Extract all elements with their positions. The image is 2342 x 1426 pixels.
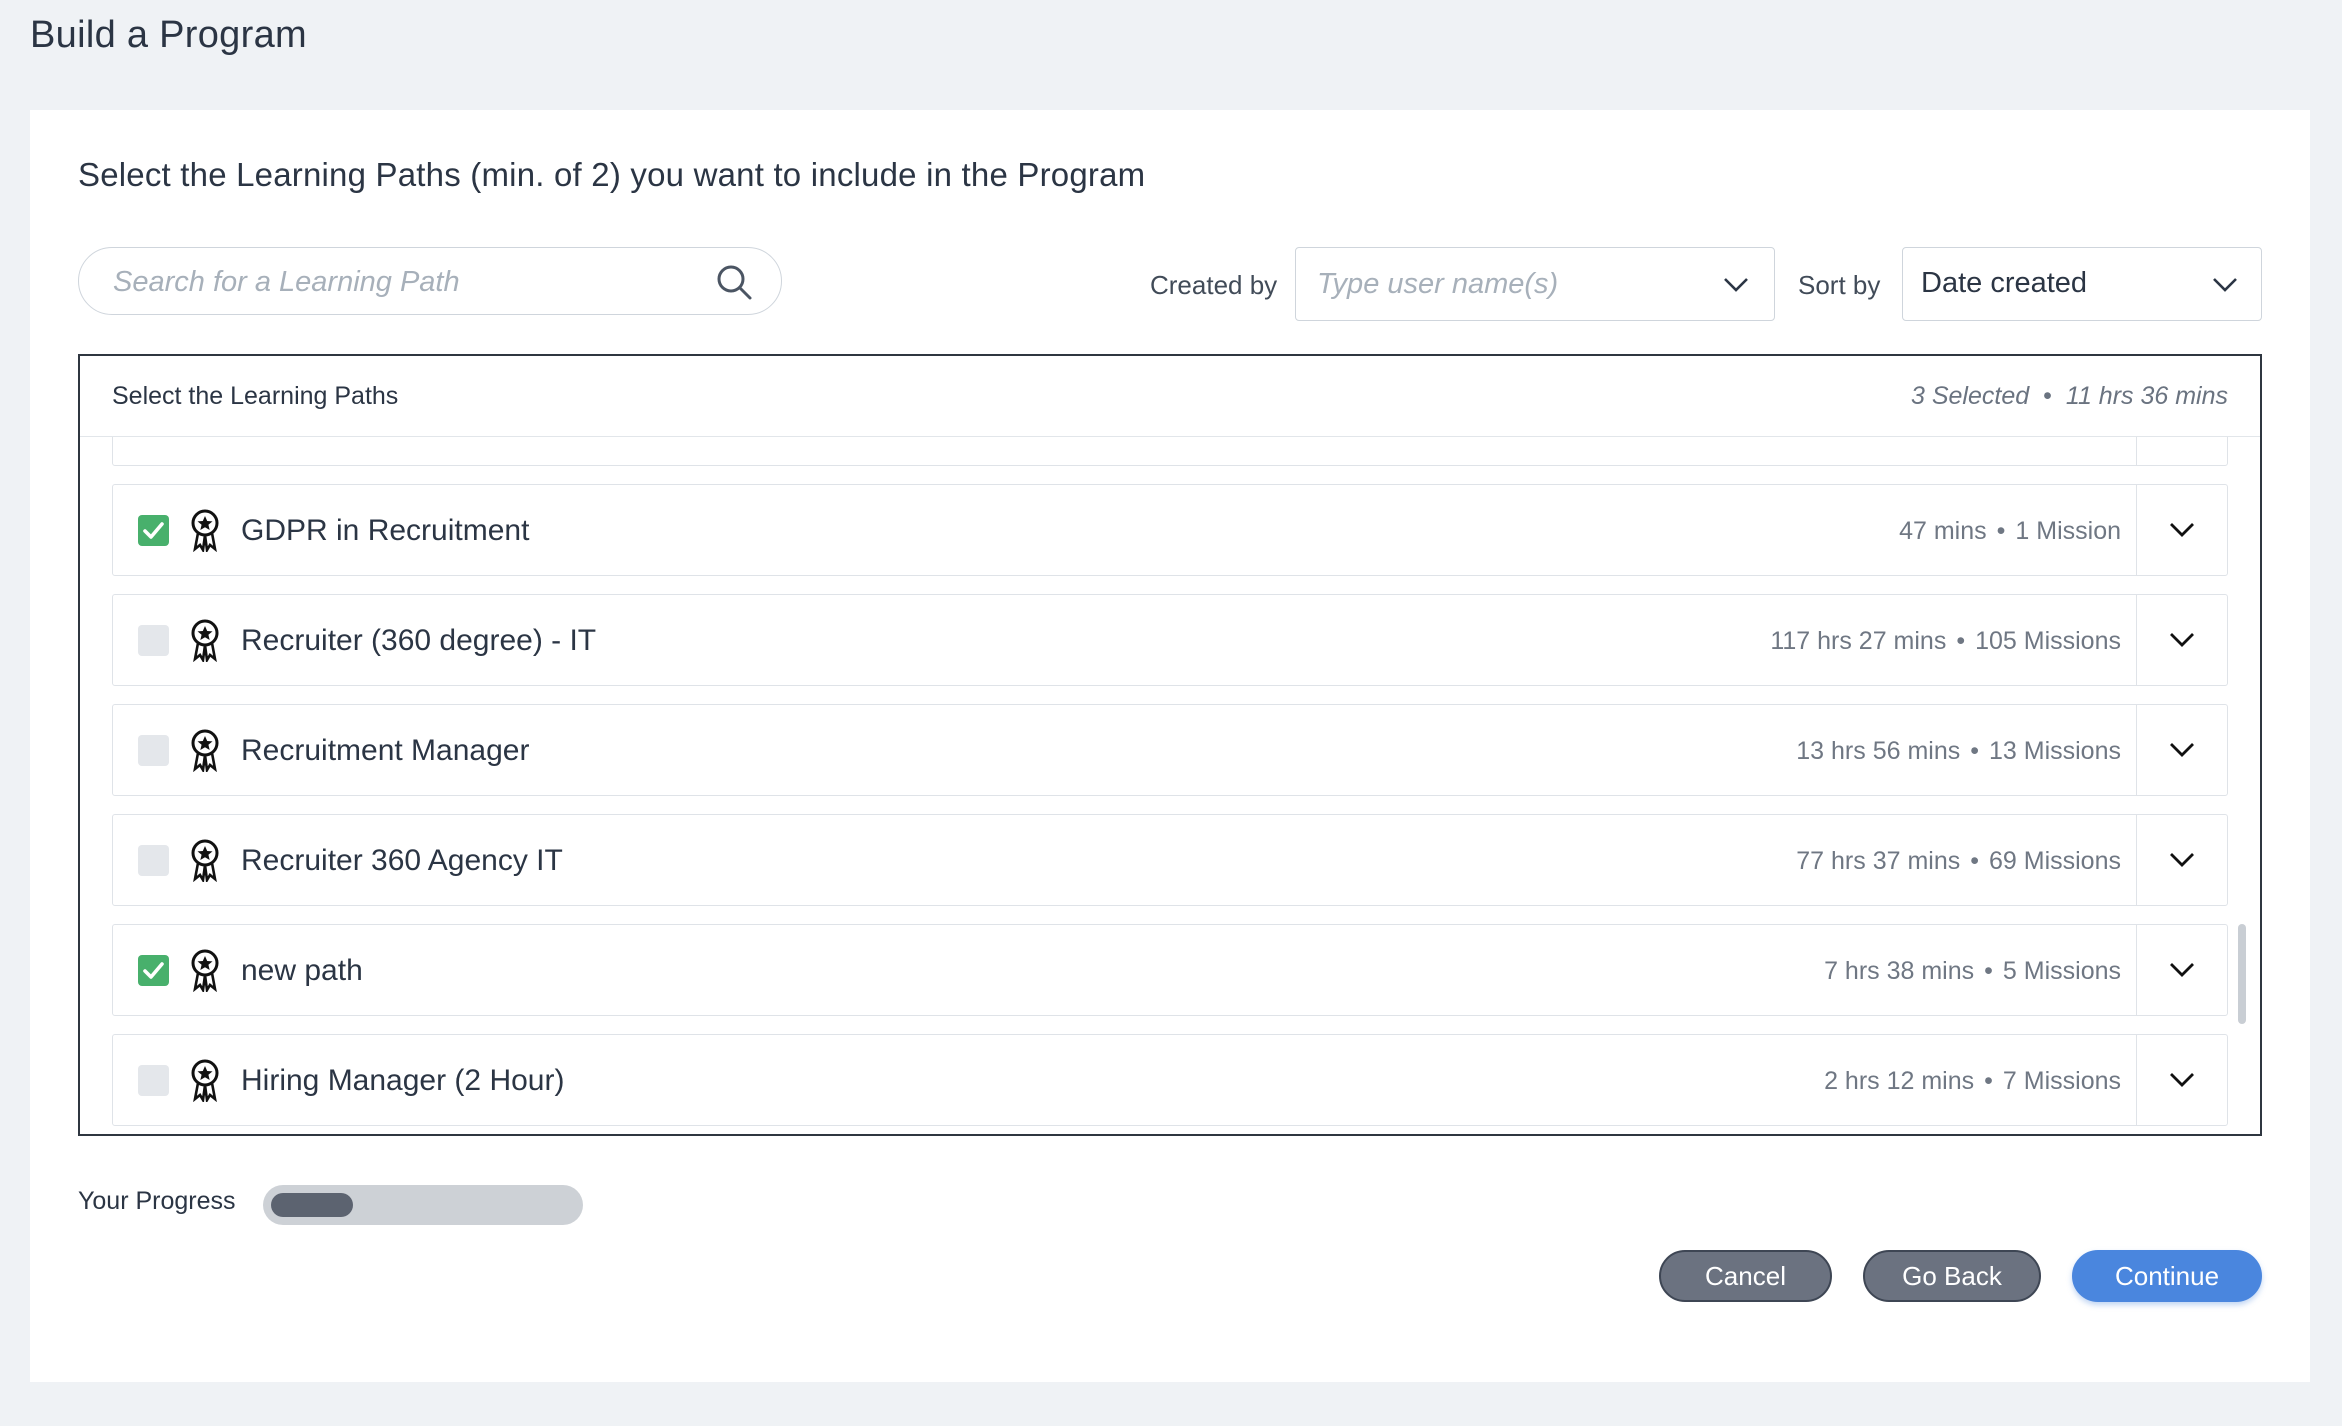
meta-separator: •: [1970, 847, 1979, 875]
go-back-button[interactable]: Go Back: [1863, 1250, 2041, 1302]
expand-toggle[interactable]: [2136, 705, 2227, 795]
list-item[interactable]: Recruitment Manager 13 hrs 56 mins • 13 Mi…: [112, 704, 2228, 796]
continue-button[interactable]: Continue: [2072, 1250, 2262, 1302]
meta-separator: •: [1956, 627, 1966, 655]
path-checkbox[interactable]: [138, 515, 169, 546]
path-missions: 69 Missions: [1989, 847, 2121, 875]
chevron-down-icon: [2170, 963, 2194, 977]
path-duration: 117 hrs 27 mins: [1770, 627, 1947, 655]
path-name: Recruiter 360 Agency IT: [241, 844, 563, 877]
chevron-down-icon: [2170, 633, 2194, 647]
page-title: Build a Program: [30, 14, 307, 56]
selection-summary: 3 Selected • 11 hrs 36 mins: [1911, 382, 2228, 411]
learning-path-list[interactable]: GDPR in Recruitment 47 mins • 1 Mission Re…: [80, 374, 2260, 1134]
list-scrollbar-thumb[interactable]: [2238, 924, 2246, 1024]
path-name: Hiring Manager (2 Hour): [241, 1064, 565, 1097]
chevron-down-icon: [2170, 1073, 2194, 1087]
meta-separator: •: [1984, 1067, 1993, 1095]
path-duration: 7 hrs 38 mins: [1824, 957, 1975, 985]
path-name: new path: [241, 954, 363, 987]
sort-by-select[interactable]: Date created: [1902, 247, 2262, 321]
path-meta: 77 hrs 37 mins • 69 Missions: [1796, 847, 2121, 876]
path-meta: 47 mins • 1 Mission: [1899, 517, 2121, 546]
award-badge-icon: [191, 729, 219, 772]
meta-separator: •: [1970, 737, 1979, 765]
path-duration: 77 hrs 37 mins: [1796, 847, 1961, 875]
chevron-down-icon: [2170, 853, 2194, 867]
expand-toggle[interactable]: [2136, 1035, 2227, 1125]
instructions-heading: Select the Learning Paths (min. of 2) yo…: [78, 156, 1146, 193]
progress-label: Your Progress: [78, 1187, 236, 1215]
meta-separator: •: [1984, 957, 1993, 985]
chevron-down-icon: [2170, 743, 2194, 757]
path-missions: 7 Missions: [2002, 1067, 2121, 1095]
list-item[interactable]: Hiring Manager (2 Hour) 2 hrs 12 mins • 7 …: [112, 1034, 2228, 1126]
path-missions: 105 Missions: [1975, 627, 2121, 655]
path-missions: 1 Mission: [2015, 517, 2121, 545]
list-item[interactable]: GDPR in Recruitment 47 mins • 1 Mission: [112, 484, 2228, 576]
award-badge-icon: [191, 839, 219, 882]
award-badge-icon: [191, 949, 219, 992]
path-meta: 7 hrs 38 mins • 5 Missions: [1824, 957, 2121, 986]
path-missions: 5 Missions: [2002, 957, 2121, 985]
progress-bar: [263, 1185, 583, 1225]
learning-paths-panel: Select the Learning Paths 3 Selected • 11 …: [78, 354, 2262, 1136]
path-duration: 13 hrs 56 mins: [1796, 737, 1961, 765]
path-meta: 2 hrs 12 mins • 7 Missions: [1824, 1067, 2121, 1096]
expand-toggle[interactable]: [2136, 925, 2227, 1015]
list-item[interactable]: Recruiter (360 degree) - IT 117 hrs 27 m…: [112, 594, 2228, 686]
path-duration: 47 mins: [1899, 517, 1987, 545]
program-builder-card: Select the Learning Paths (min. of 2) yo…: [30, 110, 2310, 1382]
chevron-down-icon: [1724, 278, 1748, 292]
expand-toggle[interactable]: [2136, 815, 2227, 905]
created-by-placeholder: Type user name(s): [1317, 268, 1559, 300]
path-checkbox[interactable]: [138, 845, 169, 876]
summary-separator: •: [2043, 382, 2052, 410]
path-missions: 13 Missions: [1989, 737, 2121, 765]
path-checkbox[interactable]: [138, 955, 169, 986]
path-checkbox[interactable]: [138, 1065, 169, 1096]
check-icon: [143, 962, 164, 979]
chevron-down-icon: [2170, 523, 2194, 537]
search-box[interactable]: [78, 247, 782, 315]
path-meta: 13 hrs 56 mins • 13 Missions: [1796, 737, 2121, 766]
expand-toggle[interactable]: [2136, 595, 2227, 685]
path-name: Recruitment Manager: [241, 734, 530, 767]
created-by-select[interactable]: Type user name(s): [1295, 247, 1775, 321]
sort-by-label: Sort by: [1798, 270, 1881, 300]
award-badge-icon: [191, 619, 219, 662]
path-checkbox[interactable]: [138, 735, 169, 766]
award-badge-icon: [191, 509, 219, 552]
path-name: GDPR in Recruitment: [241, 514, 530, 547]
list-item[interactable]: Recruiter 360 Agency IT 77 hrs 37 mins • 6…: [112, 814, 2228, 906]
expand-toggle[interactable]: [2136, 485, 2227, 575]
chevron-down-icon: [2213, 278, 2237, 292]
path-meta: 117 hrs 27 mins • 105 Missions: [1770, 627, 2121, 656]
selected-count: 3 Selected: [1910, 382, 2030, 410]
panel-header: Select the Learning Paths 3 Selected • 11 …: [80, 356, 2260, 437]
cancel-button[interactable]: Cancel: [1659, 1250, 1832, 1302]
panel-title: Select the Learning Paths: [112, 382, 399, 410]
check-icon: [143, 522, 164, 539]
search-icon[interactable]: [715, 263, 753, 301]
path-checkbox[interactable]: [138, 625, 169, 656]
search-input[interactable]: [111, 260, 715, 304]
path-name: Recruiter (360 degree) - IT: [241, 624, 597, 657]
sort-by-value: Date created: [1921, 267, 2088, 299]
created-by-label: Created by: [1150, 270, 1278, 300]
path-duration: 2 hrs 12 mins: [1824, 1067, 1975, 1095]
award-badge-icon: [191, 1059, 219, 1102]
list-item[interactable]: new path 7 hrs 38 mins • 5 Missions: [112, 924, 2228, 1016]
progress-fill: [271, 1193, 353, 1217]
selected-total-time: 11 hrs 36 mins: [2065, 382, 2228, 410]
meta-separator: •: [1996, 517, 2006, 545]
